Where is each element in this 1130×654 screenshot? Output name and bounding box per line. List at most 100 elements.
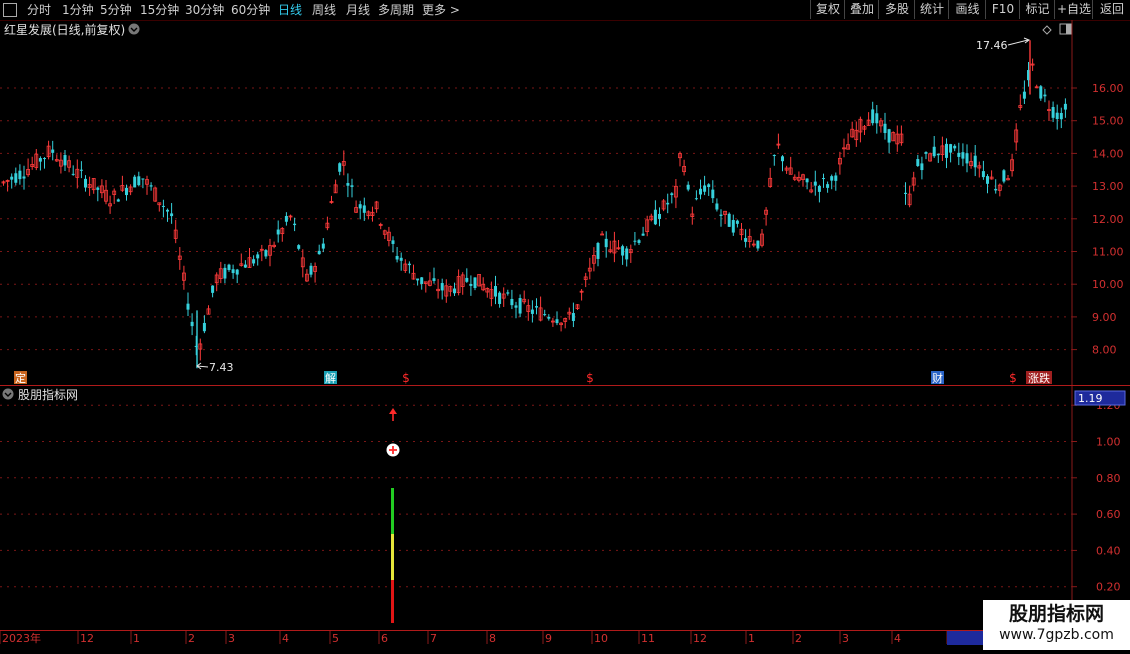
event-marker-dollar-3[interactable]: $	[1009, 371, 1017, 385]
candle-body	[38, 158, 42, 162]
toolbar-button-6[interactable]: 标记	[1019, 0, 1055, 19]
chevron-down-icon[interactable]	[128, 23, 140, 35]
price-tick-label: 9.00	[1092, 311, 1117, 324]
time-label: 2023年	[2, 631, 41, 645]
toolbar-button-5[interactable]: F10	[985, 0, 1020, 19]
candle-body	[719, 214, 723, 216]
window-menu-icon[interactable]	[3, 0, 17, 22]
candle-body	[227, 264, 231, 271]
diamond-icon[interactable]	[1042, 25, 1052, 35]
price-tick-label: 14.00	[1092, 147, 1124, 160]
period-toolbar: 分时 1分钟 5分钟 15分钟 30分钟 60分钟 日线 周线 月线 多周期 更多 > 复权 叠加 多股统…	[0, 0, 1130, 21]
candle-body	[735, 220, 739, 224]
indicator-tick-label: 0.40	[1096, 544, 1121, 557]
chevron-down-icon[interactable]	[2, 388, 14, 400]
time-label: 3	[228, 632, 235, 645]
candle-body	[284, 215, 288, 222]
candle-body	[420, 277, 424, 284]
toolbar-button-2[interactable]: 多股	[878, 0, 915, 19]
period-tab-1[interactable]: 1分钟	[62, 1, 94, 19]
candle-body	[391, 240, 395, 244]
candle-body	[346, 183, 350, 186]
indicator-tick-label: 0.60	[1096, 508, 1121, 521]
candle-body	[506, 292, 510, 294]
time-label: 2	[795, 632, 802, 645]
toolbar-button-7[interactable]: +自选	[1054, 0, 1093, 19]
candle-body	[703, 185, 707, 192]
candle-body	[887, 129, 891, 143]
event-marker-cai[interactable]: 财	[932, 371, 943, 385]
period-tab-9[interactable]: 多周期	[378, 1, 414, 19]
event-marker-ding[interactable]: 定	[15, 371, 26, 385]
candle-body	[920, 163, 924, 171]
event-marker-jie[interactable]: 解	[325, 371, 336, 385]
up-arrow-icon	[389, 408, 397, 421]
candle-body	[125, 187, 128, 196]
period-tab-3[interactable]: 15分钟	[140, 1, 179, 19]
period-tab-10[interactable]: 更多 >	[422, 1, 460, 19]
event-marker-zhangdie[interactable]: 涨跌	[1028, 371, 1050, 385]
candle-body	[510, 298, 514, 306]
event-marker-dollar-2[interactable]: $	[586, 371, 594, 385]
period-tab-7[interactable]: 周线	[312, 1, 336, 19]
period-tab-8[interactable]: 月线	[346, 1, 370, 19]
candle-body	[14, 173, 18, 183]
candle-body	[211, 285, 215, 293]
time-label: 9	[545, 632, 552, 645]
time-label: 4	[282, 632, 289, 645]
candle-body	[473, 277, 477, 288]
price-tick-label: 16.00	[1092, 82, 1124, 95]
candle-body	[604, 238, 608, 248]
candle-body	[51, 149, 55, 153]
candle-body	[190, 321, 194, 327]
period-tab-0[interactable]: 分时	[27, 1, 51, 19]
period-tab-4[interactable]: 30分钟	[185, 1, 224, 19]
indicator-value-badge: 1.19	[1078, 392, 1103, 405]
candle-body	[781, 156, 784, 162]
low-label: 7.43	[209, 361, 234, 374]
event-marker-dollar-1[interactable]: $	[402, 371, 410, 385]
candlestick-series	[1, 40, 1067, 369]
plus-circle-icon	[386, 443, 400, 457]
candle-body	[953, 145, 957, 149]
candle-body	[817, 185, 821, 192]
time-label: 5	[332, 632, 339, 645]
price-tick-label: 13.00	[1092, 180, 1124, 193]
period-tab-6[interactable]: 日线	[278, 1, 302, 19]
candle-body	[317, 250, 321, 255]
candle-body	[416, 278, 420, 281]
candle-body	[731, 220, 735, 233]
candle-body	[1022, 91, 1026, 99]
period-tab-5[interactable]: 60分钟	[231, 1, 270, 19]
candle-body	[834, 175, 838, 181]
candle-body	[161, 205, 165, 207]
candle-body	[96, 187, 100, 190]
toolbar-button-0[interactable]: 复权	[810, 0, 845, 19]
candle-body	[79, 169, 83, 171]
watermark-title: 股朋指标网	[1008, 603, 1104, 625]
time-label: 1	[748, 632, 755, 645]
candle-body	[883, 123, 887, 134]
price-tick-label: 8.00	[1092, 344, 1117, 357]
candle-body	[658, 213, 661, 219]
panel-toggle-icon[interactable]	[1059, 23, 1072, 35]
candle-body	[137, 176, 141, 186]
candle-body	[141, 178, 145, 180]
toolbar-button-8[interactable]: 返回	[1092, 0, 1130, 19]
indicator-tick-label: 1.00	[1096, 436, 1121, 449]
time-label: 8	[489, 632, 496, 645]
toolbar-button-4[interactable]: 画线	[948, 0, 986, 19]
period-tab-2[interactable]: 5分钟	[100, 1, 132, 19]
candle-body	[84, 178, 87, 188]
candle-body	[699, 188, 702, 195]
candle-body	[936, 153, 940, 156]
toolbar-button-3[interactable]: 统计	[914, 0, 949, 19]
candle-body	[309, 265, 313, 275]
candle-body	[686, 184, 690, 190]
candle-body	[133, 176, 137, 188]
indicator-grid	[0, 404, 1072, 588]
candle-body	[973, 155, 977, 168]
toolbar-button-1[interactable]: 叠加	[844, 0, 879, 19]
candle-body	[440, 283, 444, 291]
candle-body	[1059, 112, 1063, 120]
